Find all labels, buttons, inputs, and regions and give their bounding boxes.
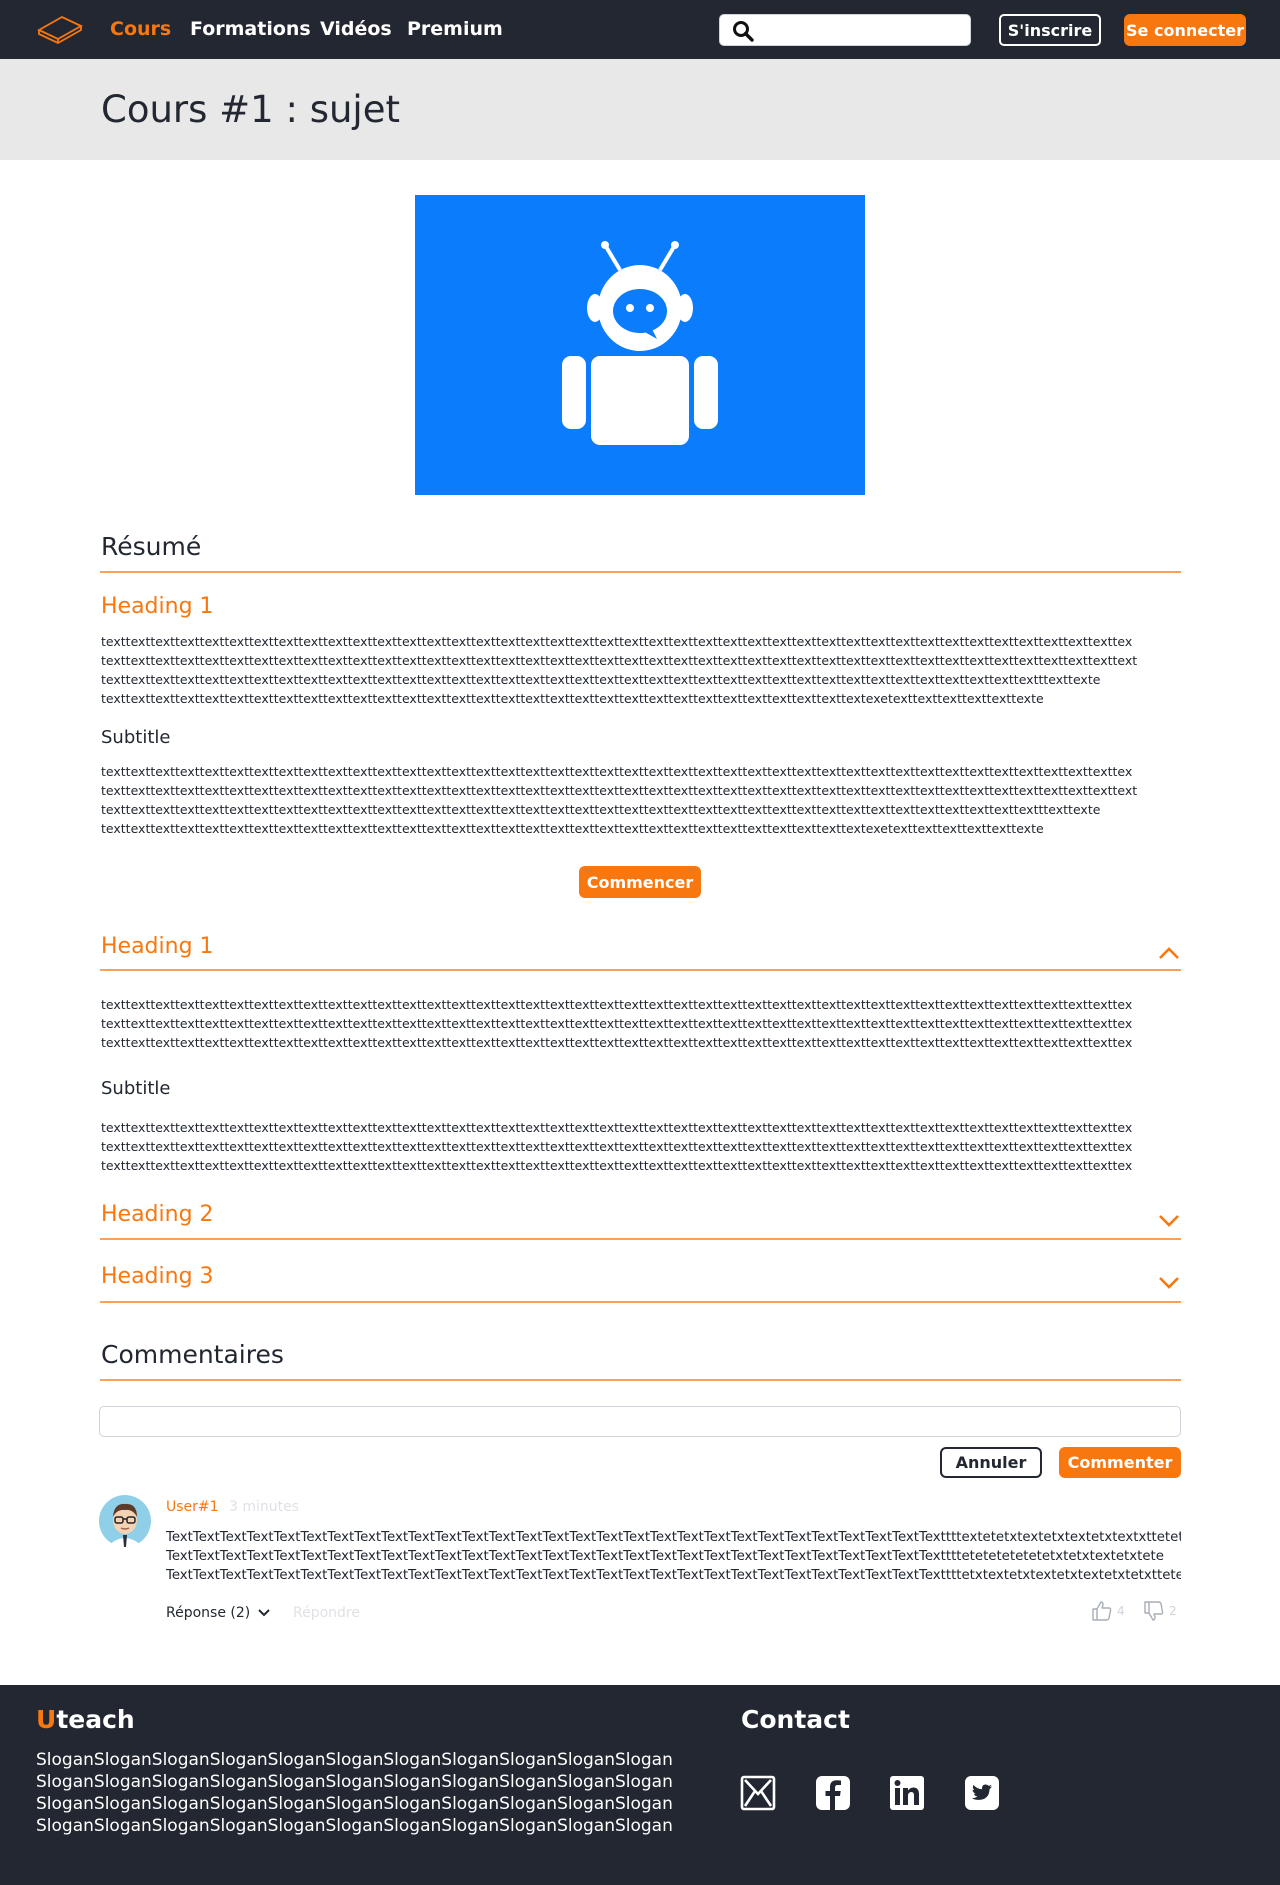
accordion-divider-3 [100,1301,1181,1303]
chevron-down-icon[interactable] [1158,1214,1180,1228]
nav-link-premium[interactable]: Premium [407,18,503,40]
footer-brand-initial: U [36,1705,57,1734]
nav-link-cours[interactable]: Cours [110,18,171,40]
comments-title: Commentaires [101,1340,284,1369]
comments-divider [100,1379,1181,1381]
like-count: 4 [1117,1604,1125,1618]
title-band: Cours #1 : sujet [0,59,1280,160]
summary-title: Résumé [101,532,202,561]
like-button[interactable]: 4 [1090,1599,1125,1623]
dislike-count: 2 [1169,1604,1177,1618]
accordion-heading-3[interactable]: Heading 3 [101,1264,214,1289]
chevron-up-icon[interactable] [1158,946,1180,960]
footer-brand: Uteach [36,1705,135,1734]
replies-label: Réponse (2) [166,1605,251,1621]
footer-contact-title: Contact [741,1705,850,1734]
summary-text-1: texttexttexttexttexttexttexttexttexttext… [101,634,1138,706]
accordion-1-text-1: texttexttexttexttexttexttexttexttexttext… [101,997,1133,1050]
chevron-down-icon[interactable] [1158,1276,1180,1290]
book-logo-icon[interactable] [36,12,84,46]
footer-brand-rest: teach [56,1705,135,1734]
top-navbar: Cours Formations Vidéos Premium S'inscri… [0,0,1280,59]
linkedin-icon[interactable] [889,1775,925,1811]
comment-author[interactable]: User#1 [166,1499,219,1515]
accordion-1-subtitle: Subtitle [101,1078,171,1099]
accordion-divider-2 [100,1238,1181,1240]
facebook-icon[interactable] [815,1775,851,1811]
course-hero-image [415,195,865,495]
page-title: Cours #1 : sujet [101,88,400,131]
search-icon[interactable] [732,20,754,42]
footer: Uteach SloganSloganSloganSloganSloganSlo… [0,1685,1280,1885]
search-input[interactable] [764,19,960,41]
summary-heading: Heading 1 [101,594,214,619]
thumbs-down-icon [1144,1601,1164,1621]
search-box [719,14,971,46]
dislike-button[interactable]: 2 [1142,1599,1177,1623]
chevron-down-icon [258,1609,270,1617]
comment-input[interactable] [99,1406,1181,1437]
accordion-heading-2[interactable]: Heading 2 [101,1202,214,1227]
cancel-button[interactable]: Annuler [940,1447,1042,1478]
nav-link-videos[interactable]: Vidéos [320,18,392,40]
summary-subtitle: Subtitle [101,727,171,748]
comment-text: TextTextTextTextTextTextTextTextTextText… [166,1530,1181,1583]
login-button[interactable]: Se connecter [1124,14,1246,46]
comment-timestamp: 3 minutes [229,1499,300,1515]
footer-slogan: SloganSloganSloganSloganSloganSloganSlog… [36,1750,673,1836]
robot-illustration [562,241,718,445]
nav-link-formations[interactable]: Formations [190,18,311,40]
accordion-divider-1 [100,969,1181,971]
thumbs-up-icon [1092,1601,1112,1621]
summary-divider [100,571,1181,573]
replies-toggle[interactable]: Réponse (2) [166,1605,270,1621]
submit-comment-button[interactable]: Commenter [1059,1447,1181,1478]
accordion-1-text-2: texttexttexttexttexttexttexttexttexttext… [101,1120,1133,1173]
start-course-button[interactable]: Commencer [579,866,701,898]
twitter-icon[interactable] [964,1775,1000,1811]
signup-button[interactable]: S'inscrire [999,14,1101,46]
summary-text-2: texttexttexttexttexttexttexttexttexttext… [101,764,1138,836]
avatar [99,1495,151,1547]
mail-icon[interactable] [740,1775,776,1811]
reply-link[interactable]: Répondre [293,1605,360,1621]
accordion-heading-1[interactable]: Heading 1 [101,934,214,959]
